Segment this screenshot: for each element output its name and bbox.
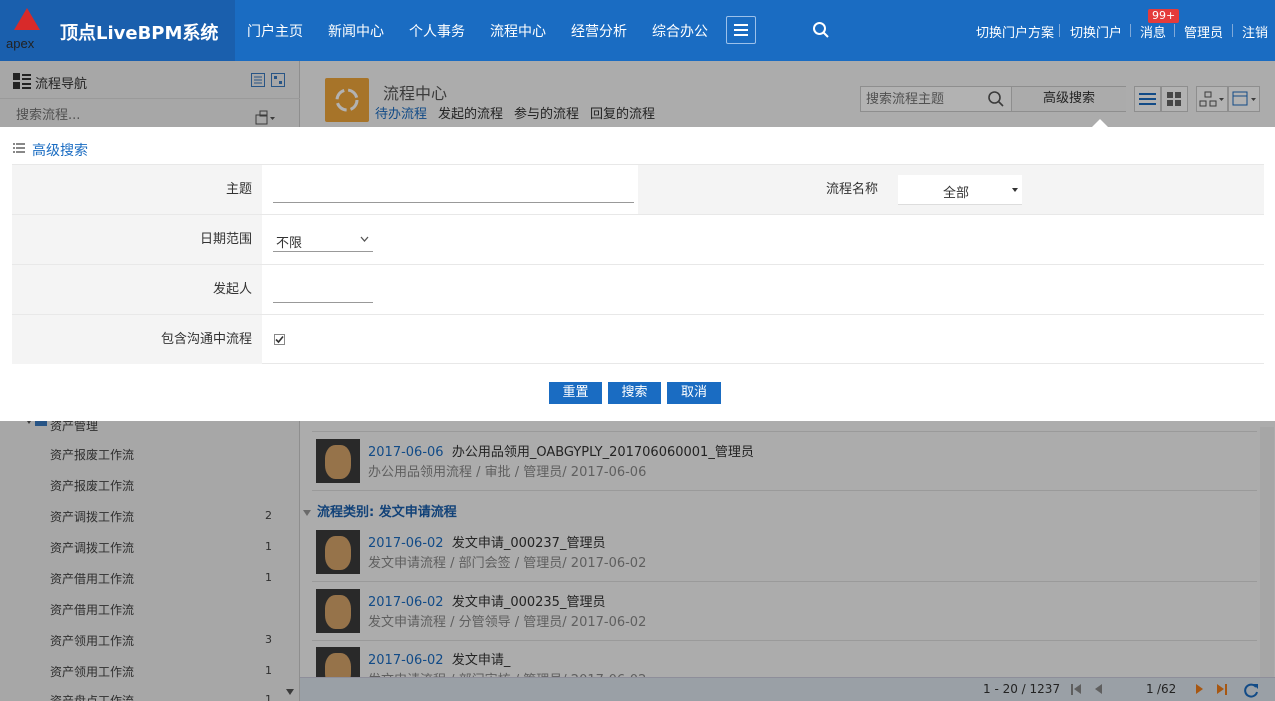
- date-range-label: 日期范围: [12, 215, 262, 264]
- list-icon: [13, 143, 25, 153]
- process-name-label: 流程名称: [825, 182, 878, 197]
- nav-news[interactable]: 新闻中心: [328, 21, 384, 41]
- checkmark-icon: [275, 335, 284, 344]
- more-menu-button[interactable]: [726, 16, 756, 44]
- nav-home[interactable]: 门户主页: [247, 21, 303, 41]
- top-navigation-bar: apex 顶点LiveBPM系统 门户主页 新闻中心 个人事务 流程中心 经营分…: [0, 0, 1275, 61]
- logout-link[interactable]: 注销: [1242, 22, 1268, 41]
- form-row-date-range: 日期范围 不限: [12, 214, 1264, 264]
- admin-link[interactable]: 管理员: [1184, 22, 1223, 41]
- nav-analysis[interactable]: 经营分析: [571, 21, 627, 41]
- subject-input[interactable]: [273, 179, 634, 203]
- dropdown-arrow-icon: [1012, 188, 1018, 192]
- switch-portal-scheme-link[interactable]: 切换门户方案: [976, 22, 1054, 41]
- form-row-include: 包含沟通中流程: [12, 314, 1264, 364]
- include-communicating-checkbox[interactable]: [274, 334, 285, 345]
- search-icon[interactable]: [812, 21, 830, 39]
- message-count-badge: 99+: [1148, 9, 1180, 23]
- nav-personal[interactable]: 个人事务: [409, 21, 465, 41]
- cancel-button[interactable]: 取消: [667, 382, 721, 404]
- form-row-subject: 主题 流程名称 全部: [12, 164, 1264, 214]
- initiator-input[interactable]: [273, 279, 373, 303]
- app-name: 顶点LiveBPM系统: [60, 23, 219, 44]
- search-button[interactable]: 搜索: [608, 382, 661, 404]
- switch-portal-link[interactable]: 切换门户: [1070, 22, 1122, 41]
- reset-button[interactable]: 重置: [549, 382, 602, 404]
- chevron-down-icon: [360, 236, 369, 242]
- logo[interactable]: apex 顶点LiveBPM系统: [0, 0, 235, 61]
- include-communicating-label: 包含沟通中流程: [12, 315, 262, 364]
- form-row-initiator: 发起人: [12, 264, 1264, 314]
- date-range-select[interactable]: 不限: [273, 228, 373, 252]
- advanced-search-title: 高级搜索: [32, 143, 88, 159]
- apex-logo-icon: apex: [6, 8, 48, 52]
- process-name-select[interactable]: 全部: [898, 175, 1022, 205]
- nav-process-center[interactable]: 流程中心: [490, 21, 546, 41]
- nav-office[interactable]: 综合办公: [652, 21, 708, 41]
- subject-label: 主题: [12, 165, 262, 214]
- messages-link[interactable]: 消息: [1140, 22, 1166, 41]
- advanced-search-panel: 高级搜索 主题 流程名称 全部 日期范围 不限 发起人 包含沟通中流程 重置 搜…: [0, 127, 1275, 421]
- panel-caret: [1092, 119, 1108, 127]
- initiator-label: 发起人: [12, 265, 262, 314]
